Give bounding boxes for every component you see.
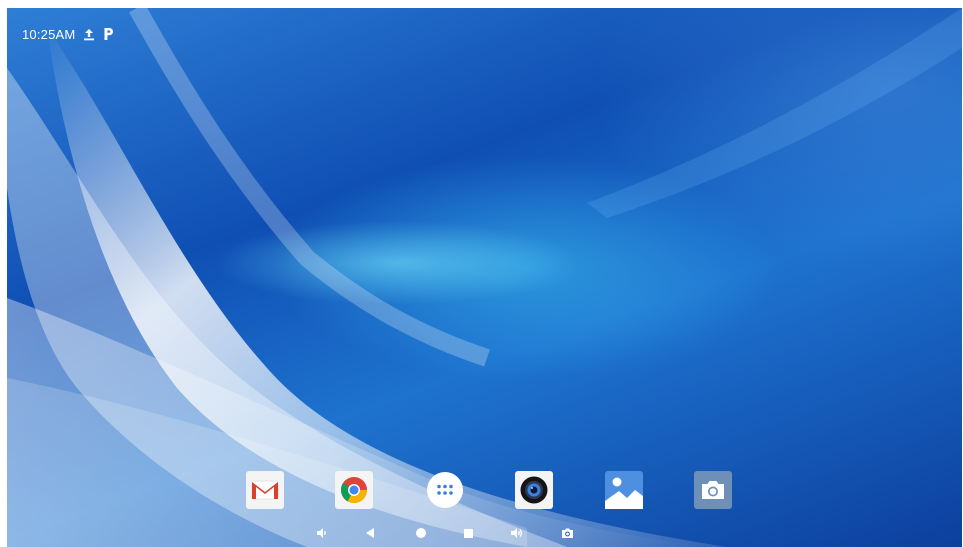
- home-icon: [416, 528, 426, 538]
- home-button[interactable]: [412, 524, 430, 542]
- recents-button[interactable]: [459, 524, 477, 542]
- screenshot-icon: [561, 528, 573, 538]
- parking-p-icon: [103, 27, 114, 41]
- volume-down-icon: [317, 528, 326, 538]
- navigation-bar: [7, 524, 962, 542]
- status-time: 10:25AM: [22, 26, 76, 42]
- upload-icon: [83, 28, 95, 41]
- camera-app-button[interactable]: [693, 470, 733, 510]
- volume-up-button[interactable]: [508, 524, 526, 542]
- app-dock: [7, 470, 962, 512]
- back-icon: [366, 528, 374, 538]
- gmail-icon: [246, 471, 284, 509]
- gmail-app-button[interactable]: [245, 470, 285, 510]
- recents-icon: [463, 528, 473, 538]
- back-button[interactable]: [361, 524, 379, 542]
- app-drawer-icon: [427, 472, 463, 508]
- gallery-app-button[interactable]: [604, 470, 644, 510]
- screenshot-button[interactable]: [558, 524, 576, 542]
- chrome-app-button[interactable]: [334, 470, 374, 510]
- gallery-icon: [605, 471, 643, 509]
- home-screen: 10:25AM: [7, 8, 962, 547]
- app-drawer-button[interactable]: [425, 470, 465, 510]
- volume-down-button[interactable]: [313, 524, 331, 542]
- camera-icon: [694, 471, 732, 509]
- camera-lens-app-icon: [515, 471, 553, 509]
- camera-lens-app-button[interactable]: [514, 470, 554, 510]
- chrome-icon: [335, 471, 373, 509]
- wallpaper: [7, 8, 962, 547]
- volume-up-icon: [511, 528, 523, 538]
- status-bar: 10:25AM: [22, 25, 114, 43]
